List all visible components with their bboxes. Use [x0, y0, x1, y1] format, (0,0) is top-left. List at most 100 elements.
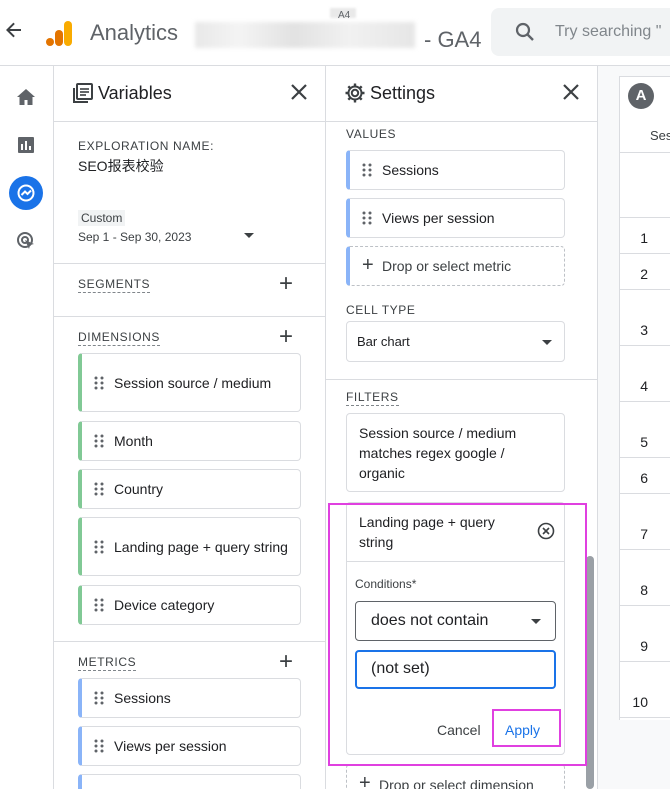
redacted-account — [195, 22, 415, 48]
reports-icon[interactable] — [9, 128, 43, 162]
advertising-icon[interactable] — [9, 224, 43, 258]
drag-handle-icon[interactable] — [362, 163, 372, 177]
settings-scrollbar[interactable] — [586, 556, 594, 789]
metric-chip[interactable]: Sessions — [78, 678, 301, 718]
variables-header: Variables — [54, 66, 325, 122]
drag-handle-icon[interactable] — [94, 739, 104, 753]
drag-handle-icon[interactable] — [94, 434, 104, 448]
drop-dimension-target[interactable]: + Drop or select dimension — [346, 764, 565, 789]
dimension-label: Device category — [114, 597, 215, 613]
filter-card[interactable]: Session source / medium matches regex go… — [346, 413, 565, 492]
metric-label: Views per session — [114, 738, 227, 754]
dimension-label: Landing page + query string — [114, 538, 288, 555]
table-row-divider — [620, 289, 670, 290]
apply-highlight-box — [492, 709, 561, 747]
drag-handle-icon[interactable] — [94, 376, 104, 390]
tab-a[interactable]: A — [619, 76, 670, 120]
dimension-label: Session source / medium — [114, 374, 272, 391]
dimension-chip[interactable]: Device category — [78, 585, 301, 625]
explore-icon[interactable] — [9, 176, 43, 210]
metric-chip[interactable] — [78, 774, 301, 789]
add-segment-icon[interactable]: + — [276, 272, 296, 296]
value-chip[interactable]: Sessions — [346, 150, 565, 190]
gear-icon — [345, 83, 365, 103]
table-row: 7 — [640, 526, 648, 542]
table-row: 2 — [640, 266, 648, 282]
segments-label: SEGMENTS — [78, 277, 151, 293]
dimension-chip[interactable]: Landing page + query string — [78, 517, 301, 576]
plus-icon: + — [359, 772, 371, 789]
table-row: 10 — [632, 694, 648, 710]
variables-panel: Variables EXPLORATION NAME: SEO报表校验 Cust… — [54, 66, 326, 789]
filter-text: Session source / medium matches regex go… — [359, 425, 517, 481]
table-row-divider — [620, 661, 670, 662]
values-label: VALUES — [346, 127, 397, 141]
table-row-divider — [620, 457, 670, 458]
metric-chip[interactable]: Views per session — [78, 726, 301, 766]
dimension-label: Country — [114, 481, 164, 497]
add-metric-icon[interactable]: + — [276, 650, 296, 674]
add-dimension-icon[interactable]: + — [276, 325, 296, 349]
property-name[interactable]: - GA4 — [424, 27, 481, 53]
filters-label: FILTERS — [346, 390, 399, 406]
variables-title: Variables — [98, 83, 172, 103]
drag-handle-icon[interactable] — [94, 540, 104, 554]
cell-type-select[interactable]: Bar chart — [346, 321, 565, 362]
exploration-canvas: A Ses 1 2 3 4 5 6 7 8 9 10 — [598, 66, 670, 789]
left-nav-rail — [0, 66, 54, 789]
date-custom-badge: Custom — [78, 210, 126, 226]
data-table: Ses 1 2 3 4 5 6 7 8 9 10 — [619, 120, 670, 720]
drag-handle-icon[interactable] — [94, 691, 104, 705]
divider — [54, 641, 325, 642]
dropdown-arrow-icon — [244, 233, 254, 238]
drop-metric-target[interactable]: + Drop or select metric — [346, 246, 565, 286]
cell-type-value: Bar chart — [357, 334, 410, 349]
table-row-divider — [620, 493, 670, 494]
property-small-label: A4 — [338, 10, 351, 21]
table-row: 9 — [640, 638, 648, 654]
table-row: 4 — [640, 378, 648, 394]
divider — [54, 263, 325, 264]
dimension-label: Month — [114, 433, 153, 449]
table-row: 6 — [640, 470, 648, 486]
analytics-logo-icon — [44, 18, 74, 48]
metrics-label: METRICS — [78, 655, 137, 671]
table-row-divider — [620, 217, 670, 218]
table-row: 5 — [640, 434, 648, 450]
table-header: Ses — [650, 128, 670, 143]
dimensions-label: DIMENSIONS — [78, 330, 161, 346]
drag-handle-icon[interactable] — [94, 482, 104, 496]
dropdown-arrow-icon — [542, 340, 552, 345]
search-icon — [515, 22, 534, 41]
settings-title: Settings — [370, 83, 436, 103]
drag-handle-icon[interactable] — [362, 211, 372, 225]
drop-dimension-label: Drop or select dimension — [379, 777, 534, 789]
tab-avatar: A — [628, 83, 654, 109]
table-row: 1 — [640, 230, 648, 246]
metric-label: Sessions — [114, 690, 171, 706]
exploration-name[interactable]: SEO报表校验 — [78, 156, 164, 176]
table-row-divider — [620, 605, 670, 606]
close-icon[interactable] — [287, 80, 311, 104]
drag-handle-icon[interactable] — [94, 598, 104, 612]
exploration-name-label: EXPLORATION NAME: — [78, 139, 215, 153]
divider — [54, 316, 325, 317]
dimension-chip[interactable]: Month — [78, 421, 301, 461]
table-row: 8 — [640, 582, 648, 598]
drop-metric-label: Drop or select metric — [382, 258, 512, 274]
plus-icon: + — [362, 254, 374, 276]
value-chip[interactable]: Views per session — [346, 198, 565, 238]
dimension-chip[interactable]: Country — [78, 469, 301, 509]
close-icon[interactable] — [559, 80, 583, 104]
top-bar: Analytics A4 - GA4 Try searching " — [0, 0, 670, 66]
table-row-divider — [620, 717, 670, 718]
home-icon[interactable] — [9, 80, 43, 114]
back-arrow-icon[interactable] — [4, 20, 24, 44]
settings-header: Settings — [326, 66, 597, 122]
table-row-divider — [620, 345, 670, 346]
table-row-divider — [620, 253, 670, 254]
search-box[interactable]: Try searching " — [491, 8, 670, 56]
dimension-chip[interactable]: Session source / medium — [78, 353, 301, 412]
date-range-picker[interactable]: Custom Sep 1 - Sep 30, 2023 — [78, 206, 258, 246]
variables-icon — [73, 83, 93, 103]
